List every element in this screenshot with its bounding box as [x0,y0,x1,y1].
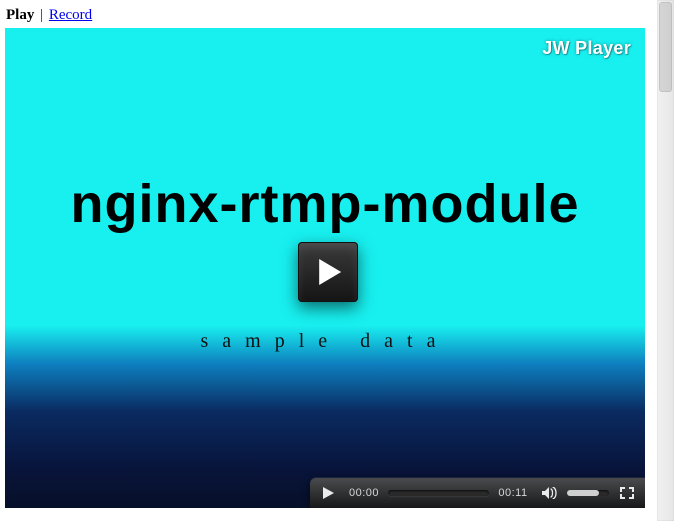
page-scrollbar[interactable] [657,0,674,521]
poster-subtitle: sample data [5,330,645,353]
elapsed-time: 00:00 [346,487,382,499]
tab-record[interactable]: Record [49,7,92,23]
play-icon [323,487,334,499]
control-bar-panel: 00:00 00:11 [310,478,645,508]
control-bar-spacer [5,478,310,508]
seek-bar[interactable] [388,490,489,496]
mute-button[interactable] [537,482,561,504]
scrollbar-thumb[interactable] [659,2,672,92]
play-icon [317,259,341,285]
play-button[interactable] [316,482,340,504]
duration-time: 00:11 [495,487,531,499]
fullscreen-button[interactable] [615,482,639,504]
player-watermark: JW Player [542,38,631,59]
tab-play[interactable]: Play [6,7,34,23]
volume-slider[interactable] [567,490,609,496]
video-player: nginx-rtmp-module sample data JW Player … [5,28,645,508]
volume-level [567,490,599,496]
speaker-icon [542,487,557,499]
mode-tabs: Play | Record [0,0,674,28]
fullscreen-icon [620,487,634,499]
tab-separator: | [38,7,45,23]
big-play-button[interactable] [298,242,358,302]
poster-title: nginx-rtmp-module [5,173,645,235]
control-bar: 00:00 00:11 [5,478,645,508]
